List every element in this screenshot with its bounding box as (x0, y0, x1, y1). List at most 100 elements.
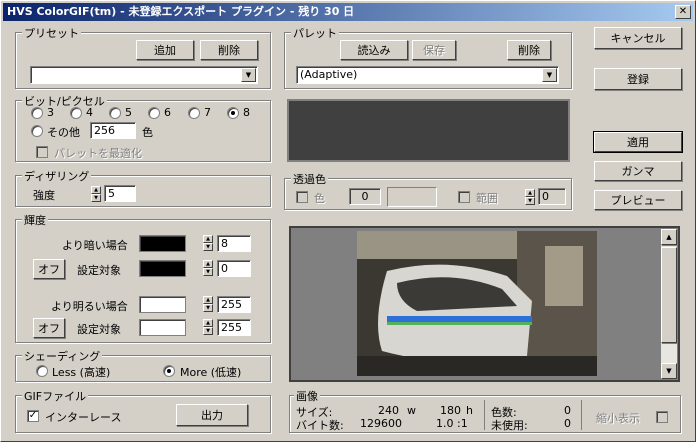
palette-save-button[interactable]: 保存 (412, 40, 456, 60)
target2-swatch[interactable] (139, 319, 186, 336)
cancel-button[interactable]: キャンセル (594, 27, 682, 49)
palette-combobox-value: (Adaptive) (300, 68, 358, 81)
target1-swatch[interactable] (139, 260, 186, 277)
chevron-down-icon[interactable]: ▼ (661, 363, 677, 379)
transparency-group: 透過色 色 0 範囲 ▲ ▼ 0 (284, 171, 572, 210)
transparency-group-label: 透過色 (291, 171, 328, 187)
shading-group-label: シェーディング (22, 348, 103, 364)
unused-value: 0 (564, 417, 571, 430)
bits-label-8: 8 (243, 106, 250, 119)
dither-group-label: ディザリング (22, 168, 92, 184)
target1-value[interactable]: 0 (217, 260, 251, 277)
bits-color-unit: 色 (142, 126, 153, 139)
target2-spinner[interactable]: ▲ ▼ (203, 319, 213, 335)
bits-label-6: 6 (164, 106, 171, 119)
palette-group: パレット 読込み 保存 削除 (Adaptive) ▼ (284, 25, 572, 89)
transparency-range-checkbox[interactable] (458, 191, 470, 203)
preview-scrollbar[interactable]: ▲ ▼ (661, 229, 677, 379)
palette-delete-button[interactable]: 削除 (507, 40, 551, 60)
preset-group-label: プリセット (22, 25, 81, 41)
bits-other-input[interactable]: 256 (90, 122, 136, 139)
off-button-1[interactable]: オフ (33, 259, 65, 279)
target-label-2: 設定対象 (77, 323, 121, 336)
bits-radio-6[interactable] (148, 107, 160, 119)
height-value: 180 (440, 404, 461, 417)
optimize-palette-checkbox[interactable] (36, 146, 48, 158)
brighter-swatch[interactable] (139, 296, 186, 313)
transparency-color-value: 0 (349, 188, 381, 205)
bits-label-4: 4 (86, 106, 93, 119)
target1-spinner[interactable]: ▲ ▼ (203, 260, 213, 276)
ratio-value: 1.0 :1 (436, 417, 468, 430)
preset-add-button[interactable]: 追加 (136, 40, 194, 60)
interlace-checkbox[interactable]: ✓ (27, 410, 39, 422)
off-button-2[interactable]: オフ (33, 318, 65, 338)
transparency-range-label: 範囲 (476, 192, 498, 205)
target-label-1: 設定対象 (77, 264, 121, 277)
transparency-range-spinner[interactable]: ▲ ▼ (525, 189, 535, 205)
bits-per-pixel-group: ビット/ピクセル 3 4 5 6 7 8 その他 256 色 パレットを最適化 (15, 93, 271, 162)
transparency-color-label: 色 (314, 192, 325, 205)
palette-preview (287, 99, 570, 162)
dither-strength-label: 強度 (33, 189, 55, 202)
bits-label-7: 7 (204, 106, 211, 119)
width-unit: w (407, 404, 416, 417)
palette-group-label: パレット (291, 25, 339, 41)
dither-spinner[interactable]: ▲ ▼ (91, 186, 101, 202)
preview-button[interactable]: プレビュー (594, 190, 682, 210)
image-group-label: 画像 (294, 388, 320, 404)
preset-delete-button[interactable]: 削除 (200, 40, 258, 60)
target2-value[interactable]: 255 (217, 319, 251, 336)
divider (484, 400, 485, 430)
palette-load-button[interactable]: 読込み (340, 40, 408, 60)
bytes-label: バイト数: (296, 419, 344, 432)
brightness-group: 輝度 より暗い場合 ▲ ▼ 8 オフ 設定対象 ▲ ▼ 0 より明るい場合 ▲ ▼ 2… (15, 212, 271, 343)
dialog-window: HVS ColorGIF(tm) - 未登録エクスポート プラグイン - 残り … (0, 0, 696, 442)
chevron-down-icon[interactable]: ▼ (542, 68, 557, 82)
colors-value: 0 (564, 404, 571, 417)
transparency-color-checkbox[interactable] (296, 191, 308, 203)
dither-strength-input[interactable]: 5 (104, 185, 136, 202)
brighter-value[interactable]: 255 (217, 296, 251, 313)
brightness-group-label: 輝度 (22, 212, 48, 228)
window-title: HVS ColorGIF(tm) - 未登録エクスポート プラグイン - 残り … (7, 5, 355, 18)
dither-group: ディザリング 強度 ▲ ▼ 5 (15, 168, 271, 207)
transparency-color-swatch (387, 187, 437, 207)
scrollbar-thumb[interactable] (661, 247, 677, 343)
image-info-group: 画像 サイズ: 240 w 180 h バイト数: 129600 1.0 :1 … (289, 388, 681, 433)
shading-more-radio[interactable] (163, 365, 175, 377)
palette-combobox[interactable]: (Adaptive) ▼ (296, 66, 559, 84)
bits-radio-5[interactable] (109, 107, 121, 119)
chevron-down-icon[interactable]: ▼ (241, 68, 256, 82)
darker-swatch[interactable] (139, 235, 186, 252)
output-button[interactable]: 出力 (176, 404, 248, 426)
train-photo (357, 231, 597, 376)
bits-radio-8[interactable] (227, 107, 239, 119)
darker-spinner[interactable]: ▲ ▼ (203, 235, 213, 251)
gif-group-label: GIFファイル (22, 388, 89, 404)
shrink-label: 縮小表示 (596, 412, 640, 425)
image-preview-panel: ▲ ▼ (289, 226, 680, 382)
brighter-spinner[interactable]: ▲ ▼ (203, 296, 213, 312)
bits-radio-3[interactable] (31, 107, 43, 119)
bits-radio-other[interactable] (31, 125, 43, 137)
height-unit: h (466, 404, 473, 417)
register-button[interactable]: 登録 (594, 68, 682, 90)
gamma-button[interactable]: ガンマ (594, 161, 682, 181)
transparency-range-input: 0 (538, 188, 566, 205)
preset-combobox[interactable]: ▼ (30, 66, 258, 84)
title-bar: HVS ColorGIF(tm) - 未登録エクスポート プラグイン - 残り … (3, 3, 693, 21)
bits-label-3: 3 (47, 106, 54, 119)
close-button[interactable]: ✕ (675, 5, 691, 19)
divider (581, 400, 582, 430)
shading-less-radio[interactable] (36, 365, 48, 377)
bits-radio-4[interactable] (70, 107, 82, 119)
apply-button[interactable]: 適用 (593, 131, 683, 153)
darker-value[interactable]: 8 (217, 235, 251, 252)
shading-more-label: More (低速) (180, 366, 242, 379)
gif-file-group: GIFファイル ✓ インターレース 出力 (15, 388, 271, 433)
shrink-checkbox[interactable] (656, 411, 668, 423)
chevron-up-icon[interactable]: ▲ (661, 229, 677, 245)
bits-radio-7[interactable] (188, 107, 200, 119)
bits-label-5: 5 (125, 106, 132, 119)
